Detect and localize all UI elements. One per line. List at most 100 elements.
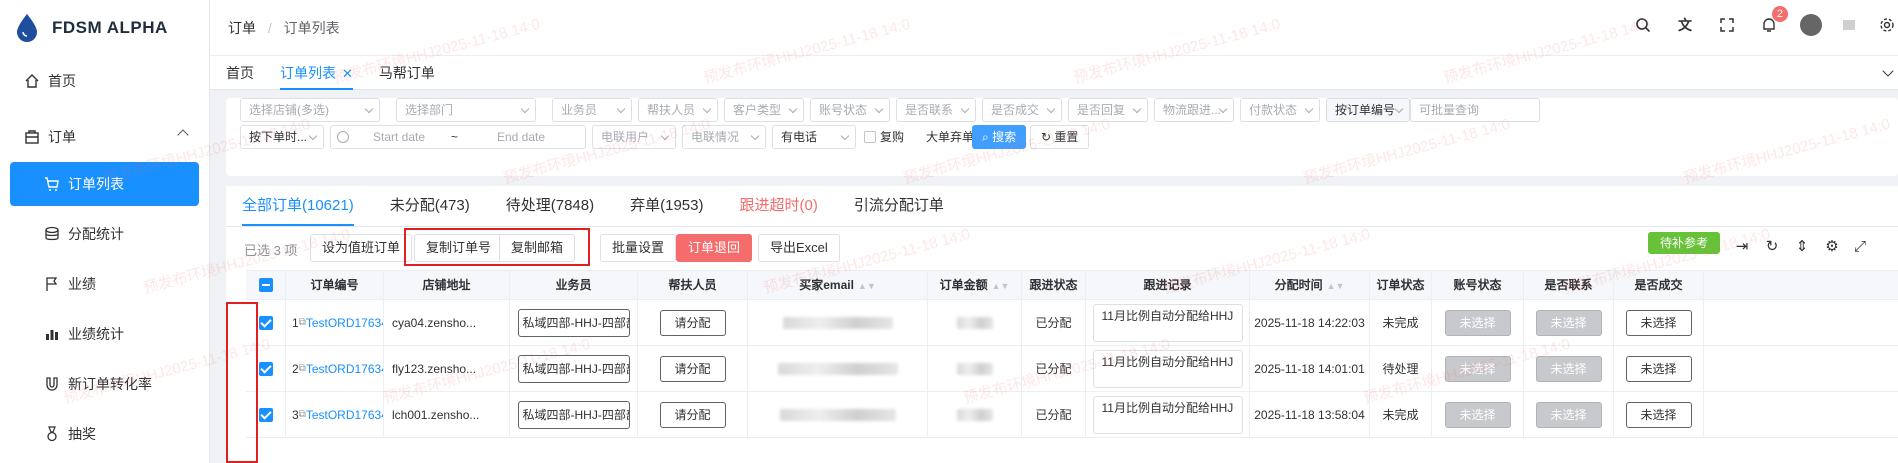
sort-icon[interactable]: ▲▼ bbox=[992, 272, 1010, 299]
fullscreen-icon[interactable] bbox=[1716, 14, 1738, 36]
sidebar-item-lottery[interactable]: 抽奖 bbox=[0, 409, 209, 459]
exit-icon[interactable]: ⇥ bbox=[1733, 238, 1751, 256]
copy-icon[interactable]: ⧉ bbox=[299, 363, 306, 374]
tab-mabang-orders[interactable]: 马帮订单 bbox=[379, 56, 435, 90]
column-header-sortable[interactable]: 分配时间 ▲▼ bbox=[1250, 271, 1370, 299]
search-icon[interactable] bbox=[1632, 14, 1654, 36]
phone-user-select[interactable]: 电联用户 bbox=[592, 125, 676, 149]
sidebar-item-orders[interactable]: 订单 bbox=[0, 112, 209, 162]
sidebar-item-conversion-rate[interactable]: 新订单转化率 bbox=[0, 359, 209, 409]
contacted-select[interactable]: 未选择 bbox=[1535, 401, 1602, 428]
copy-icon[interactable]: ⧉ bbox=[299, 409, 306, 420]
avatar[interactable] bbox=[1800, 14, 1822, 36]
payment-status-select[interactable]: 付款状态 bbox=[1240, 98, 1320, 122]
contacted-select[interactable]: 是否联系 bbox=[896, 98, 976, 122]
tab-traffic-assigned[interactable]: 引流分配订单 bbox=[854, 186, 944, 226]
contacted-select[interactable]: 未选择 bbox=[1535, 355, 1602, 382]
date-range-picker[interactable]: Start date ~ End date bbox=[330, 125, 586, 149]
tab-home[interactable]: 首页 bbox=[226, 56, 254, 90]
deal-select[interactable]: 未选择 bbox=[1625, 355, 1692, 382]
column-height-icon[interactable]: ⇕ bbox=[1793, 238, 1811, 256]
close-icon[interactable]: ✕ bbox=[342, 66, 353, 81]
copy-order-no-button[interactable]: 复制订单号 bbox=[414, 234, 504, 262]
store-select[interactable]: 选择店铺(多选) bbox=[240, 98, 380, 122]
tab-unassigned[interactable]: 未分配(473) bbox=[390, 186, 470, 226]
search-field-select[interactable]: 按订单编号 bbox=[1326, 98, 1410, 122]
search-button[interactable]: ⌕ 搜索 bbox=[972, 125, 1027, 149]
export-excel-button[interactable]: 导出Excel bbox=[758, 234, 840, 262]
reset-button[interactable]: ↻ 重置 bbox=[1030, 125, 1090, 149]
set-shift-order-button[interactable]: 设为值班订单 bbox=[310, 234, 413, 262]
order-no-link[interactable]: TestORD1763446321 bbox=[306, 316, 383, 330]
deal-select[interactable]: 是否成交 bbox=[982, 98, 1062, 122]
row-checkbox[interactable] bbox=[258, 361, 273, 376]
order-return-button[interactable]: 订单退回 bbox=[676, 234, 753, 262]
account-status-cell: 未选择 bbox=[1432, 300, 1524, 345]
settings-icon[interactable]: ⚙ bbox=[1823, 238, 1841, 256]
row-checkbox[interactable] bbox=[258, 315, 273, 330]
salesperson-select[interactable]: 私域四部-HHJ-四部部长 bbox=[517, 308, 630, 337]
sidebar-item-assign-stats[interactable]: 分配统计 bbox=[0, 209, 209, 259]
account-status-select[interactable]: 未选择 bbox=[1444, 355, 1511, 382]
tab-follow-timeout[interactable]: 跟进超时(0) bbox=[739, 186, 817, 226]
deal-select[interactable]: 未选择 bbox=[1625, 401, 1692, 428]
row-checkbox[interactable] bbox=[258, 407, 273, 422]
brand[interactable]: FDSM ALPHA bbox=[0, 0, 209, 56]
refresh-icon[interactable]: ↻ bbox=[1763, 238, 1781, 256]
breadcrumb-item[interactable]: 订单 bbox=[228, 20, 256, 36]
assign-helper-button[interactable]: 请分配 bbox=[659, 401, 726, 428]
order-no-link[interactable]: TestORD1763445061 bbox=[306, 362, 383, 376]
follow-record-textarea[interactable]: 11月比例自动分配给HHJ bbox=[1092, 395, 1243, 434]
contacted-select[interactable]: 未选择 bbox=[1535, 309, 1602, 336]
copy-email-button[interactable]: 复制邮箱 bbox=[499, 234, 576, 262]
batch-search-input[interactable]: 可批量查询 bbox=[1410, 98, 1540, 122]
pending-reference-button[interactable]: 待补参考 bbox=[1648, 232, 1721, 254]
tab-pending[interactable]: 待处理(7848) bbox=[506, 186, 594, 226]
sort-icon[interactable]: ▲▼ bbox=[1327, 272, 1345, 299]
replied-select[interactable]: 是否回复 bbox=[1068, 98, 1148, 122]
repurchase-checkbox[interactable] bbox=[864, 131, 876, 143]
email-cell bbox=[748, 300, 928, 345]
customer-type-select[interactable]: 客户类型 bbox=[724, 98, 804, 122]
follow-record-textarea[interactable]: 11月比例自动分配给HHJ bbox=[1092, 303, 1243, 342]
start-date-input[interactable]: Start date bbox=[373, 126, 425, 148]
translate-icon[interactable]: 文 bbox=[1674, 14, 1696, 36]
tab-all-orders[interactable]: 全部订单(10621) bbox=[242, 186, 354, 226]
has-phone-select[interactable]: 有电话 bbox=[772, 125, 856, 149]
column-header-sortable[interactable]: 订单金额 ▲▼ bbox=[928, 271, 1022, 299]
account-status-select[interactable]: 未选择 bbox=[1444, 401, 1511, 428]
follow-record-textarea[interactable]: 11月比例自动分配给HHJ bbox=[1092, 349, 1243, 388]
sort-icon[interactable]: ▲▼ bbox=[858, 272, 876, 299]
bell-icon[interactable]: 2 bbox=[1758, 6, 1788, 36]
sidebar-item-home[interactable]: 首页 bbox=[0, 56, 209, 106]
tab-abandoned[interactable]: 弃单(1953) bbox=[630, 186, 703, 226]
deal-select[interactable]: 未选择 bbox=[1625, 309, 1692, 336]
order-no-link[interactable]: TestORD1763444882 bbox=[306, 408, 383, 422]
order-status-cell: 待处理 bbox=[1370, 346, 1432, 391]
email-cell bbox=[748, 392, 928, 437]
phone-status-select[interactable]: 电联情况 bbox=[682, 125, 766, 149]
salesperson-select[interactable]: 业务员 bbox=[552, 98, 632, 122]
logistics-select[interactable]: 物流跟进... bbox=[1154, 98, 1234, 122]
assign-helper-button[interactable]: 请分配 bbox=[659, 309, 726, 336]
salesperson-select[interactable]: 私域四部-HHJ-四部部长 bbox=[517, 400, 630, 429]
assign-helper-button[interactable]: 请分配 bbox=[659, 355, 726, 382]
chevron-down-icon[interactable] bbox=[1882, 65, 1894, 77]
tab-order-list[interactable]: 订单列表 ✕ bbox=[280, 56, 353, 90]
salesperson-select[interactable]: 私域四部-HHJ-四部部长 bbox=[517, 354, 630, 383]
helper-select[interactable]: 帮扶人员 bbox=[638, 98, 718, 122]
select-all-checkbox[interactable] bbox=[258, 278, 273, 292]
end-date-input[interactable]: End date bbox=[497, 126, 545, 148]
column-header-sortable[interactable]: 买家email ▲▼ bbox=[748, 271, 928, 299]
sidebar-item-performance[interactable]: 业绩 bbox=[0, 259, 209, 309]
batch-settings-button[interactable]: 批量设置 bbox=[600, 234, 677, 262]
account-status-select[interactable]: 未选择 bbox=[1444, 309, 1511, 336]
account-status-select[interactable]: 账号状态 bbox=[810, 98, 890, 122]
copy-icon[interactable]: ⧉ bbox=[299, 317, 306, 328]
fullscreen-icon[interactable]: ⤢ bbox=[1851, 238, 1869, 256]
sidebar-item-performance-stats[interactable]: 业绩统计 bbox=[0, 309, 209, 359]
time-type-select[interactable]: 按下单时... bbox=[240, 125, 324, 149]
sidebar-item-order-list[interactable]: 订单列表 bbox=[10, 162, 199, 206]
gear-icon[interactable] bbox=[1876, 14, 1898, 36]
department-select[interactable]: 选择部门 bbox=[396, 98, 536, 122]
